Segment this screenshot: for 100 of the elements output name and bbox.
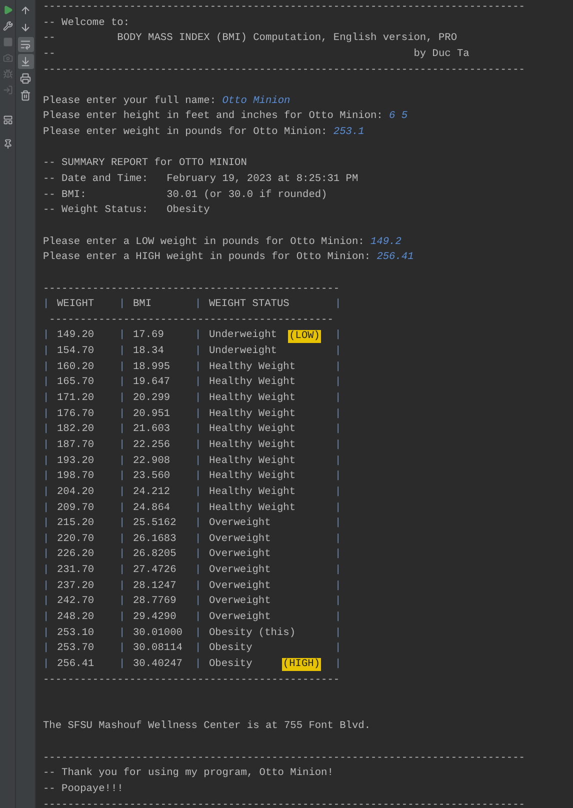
column-separator: | xyxy=(43,641,50,656)
trash-icon xyxy=(20,90,31,101)
console-text: -- by Duc Ta xyxy=(43,48,470,60)
column-separator: | xyxy=(195,626,202,641)
table-cell-text: 215.20 xyxy=(57,516,96,532)
column-separator: | xyxy=(195,454,202,469)
camera-icon xyxy=(2,53,12,63)
column-separator: | xyxy=(195,532,202,547)
console-text: ------------------------------------------------------------------------------ xyxy=(43,752,525,764)
column-separator: | xyxy=(335,422,342,438)
column-separator: | xyxy=(195,360,202,375)
column-separator: | xyxy=(43,297,50,312)
printer-button[interactable] xyxy=(18,71,34,86)
table-cell-text: 237.20 xyxy=(57,578,96,594)
column-separator: | xyxy=(43,484,50,500)
table-cell-text: 23.560 xyxy=(133,469,172,484)
entered-text: 253.1 xyxy=(333,125,364,140)
table-cell-text: 253.10 xyxy=(57,626,96,641)
column-separator: | xyxy=(195,594,202,610)
table-cell-text: 22.256 xyxy=(133,438,172,453)
column-separator: | xyxy=(119,484,126,500)
column-separator: | xyxy=(195,406,202,422)
column-separator: | xyxy=(335,626,342,641)
table-cell-text: Healthy Weight xyxy=(209,500,296,516)
table-cell-text: Overweight xyxy=(209,532,271,547)
console-text: ------------------------------------------------------------------------------ xyxy=(43,798,525,808)
table-cell-text: 182.20 xyxy=(57,422,96,438)
scroll-to-end-icon xyxy=(20,56,31,67)
column-separator: | xyxy=(43,454,50,469)
table-cell-text: 28.1247 xyxy=(133,578,178,594)
column-separator: | xyxy=(335,610,342,625)
console-text: -- Poopaye!!! xyxy=(43,783,124,796)
entered-text: 6 5 xyxy=(389,109,408,124)
column-separator: | xyxy=(119,532,126,547)
console-text: -- BODY MASS INDEX (BMI) Computation, English version, PRO xyxy=(43,32,458,44)
column-separator: | xyxy=(335,500,342,516)
column-separator: | xyxy=(195,547,202,562)
column-separator: | xyxy=(119,578,126,594)
table-cell-text: 26.8205 xyxy=(133,547,178,562)
console-prompt: Please enter a LOW weight in pounds for Otto Minion: xyxy=(43,234,366,250)
table-cell-text: 193.20 xyxy=(57,454,96,469)
console-text: -- Weight Status: Obesity xyxy=(43,204,210,216)
column-separator: | xyxy=(335,469,342,484)
column-separator: | xyxy=(43,532,50,547)
table-cell-text: 27.4726 xyxy=(133,563,178,578)
table-cell-text: 17.69 xyxy=(133,328,165,344)
table-cell-text: 165.70 xyxy=(57,375,96,390)
table-cell-text: 253.70 xyxy=(57,641,96,656)
entered-text: 149.2 xyxy=(370,234,402,250)
column-separator: | xyxy=(119,656,126,672)
console-prompt: Please enter height in feet and inches for Otto Minion: xyxy=(43,109,384,124)
column-separator: | xyxy=(119,391,126,406)
console-text: The SFSU Mashouf Wellness Center is at 755 Font Blvd. xyxy=(43,720,370,732)
column-separator: | xyxy=(43,422,50,438)
column-separator: | xyxy=(43,626,50,641)
table-cell-text: 30.08114 xyxy=(133,641,184,656)
column-separator: | xyxy=(195,610,202,625)
soft-wrap-button[interactable] xyxy=(18,37,34,52)
table-cell-text: Overweight xyxy=(209,610,271,625)
table-cell-text: 30.01000 xyxy=(133,626,184,641)
column-separator: | xyxy=(335,532,342,547)
exit-icon xyxy=(2,85,12,95)
table-cell-text: 24.864 xyxy=(133,500,172,516)
column-separator: | xyxy=(43,500,50,516)
column-separator: | xyxy=(335,375,342,390)
table-cell-text: Underweight xyxy=(209,344,277,360)
column-separator: | xyxy=(43,438,50,453)
table-cell-text: Healthy Weight xyxy=(209,406,296,422)
column-separator: | xyxy=(119,454,126,469)
column-separator: | xyxy=(119,422,126,438)
scroll-to-end-button[interactable] xyxy=(18,54,34,69)
column-separator: | xyxy=(195,656,202,672)
column-separator: | xyxy=(119,547,126,562)
column-separator: | xyxy=(335,328,342,344)
column-separator: | xyxy=(119,641,126,656)
bug-icon xyxy=(2,69,12,79)
table-cell-text: 20.299 xyxy=(133,391,172,406)
column-separator: | xyxy=(335,438,342,453)
table-cell-text: 226.20 xyxy=(57,547,96,562)
table-cell-text: Obesity xyxy=(209,641,252,656)
table-cell-text: 30.40247 xyxy=(133,656,184,672)
table-cell-text: Healthy Weight xyxy=(209,422,296,438)
column-separator: | xyxy=(43,406,50,422)
column-separator: | xyxy=(335,391,342,406)
table-cell-text: Underweight xyxy=(209,328,277,344)
console-text: -- Date and Time: February 19, 2023 at 8:25:31 PM xyxy=(43,173,358,186)
table-cell-text: 20.951 xyxy=(133,406,172,422)
column-separator: | xyxy=(43,656,50,672)
wrench-button[interactable] xyxy=(0,19,14,33)
column-separator: | xyxy=(119,406,126,422)
column-separator: | xyxy=(119,344,126,360)
entered-text: 256.41 xyxy=(376,250,414,266)
table-cell-text: Healthy Weight xyxy=(209,360,296,375)
table-cell-text: Healthy Weight xyxy=(209,454,296,469)
table-cell-text: 242.70 xyxy=(57,594,96,610)
column-separator: | xyxy=(119,297,126,312)
column-separator: | xyxy=(195,391,202,406)
column-separator: | xyxy=(195,484,202,500)
table-cell-text: 18.995 xyxy=(133,360,172,375)
column-separator: | xyxy=(195,469,202,484)
